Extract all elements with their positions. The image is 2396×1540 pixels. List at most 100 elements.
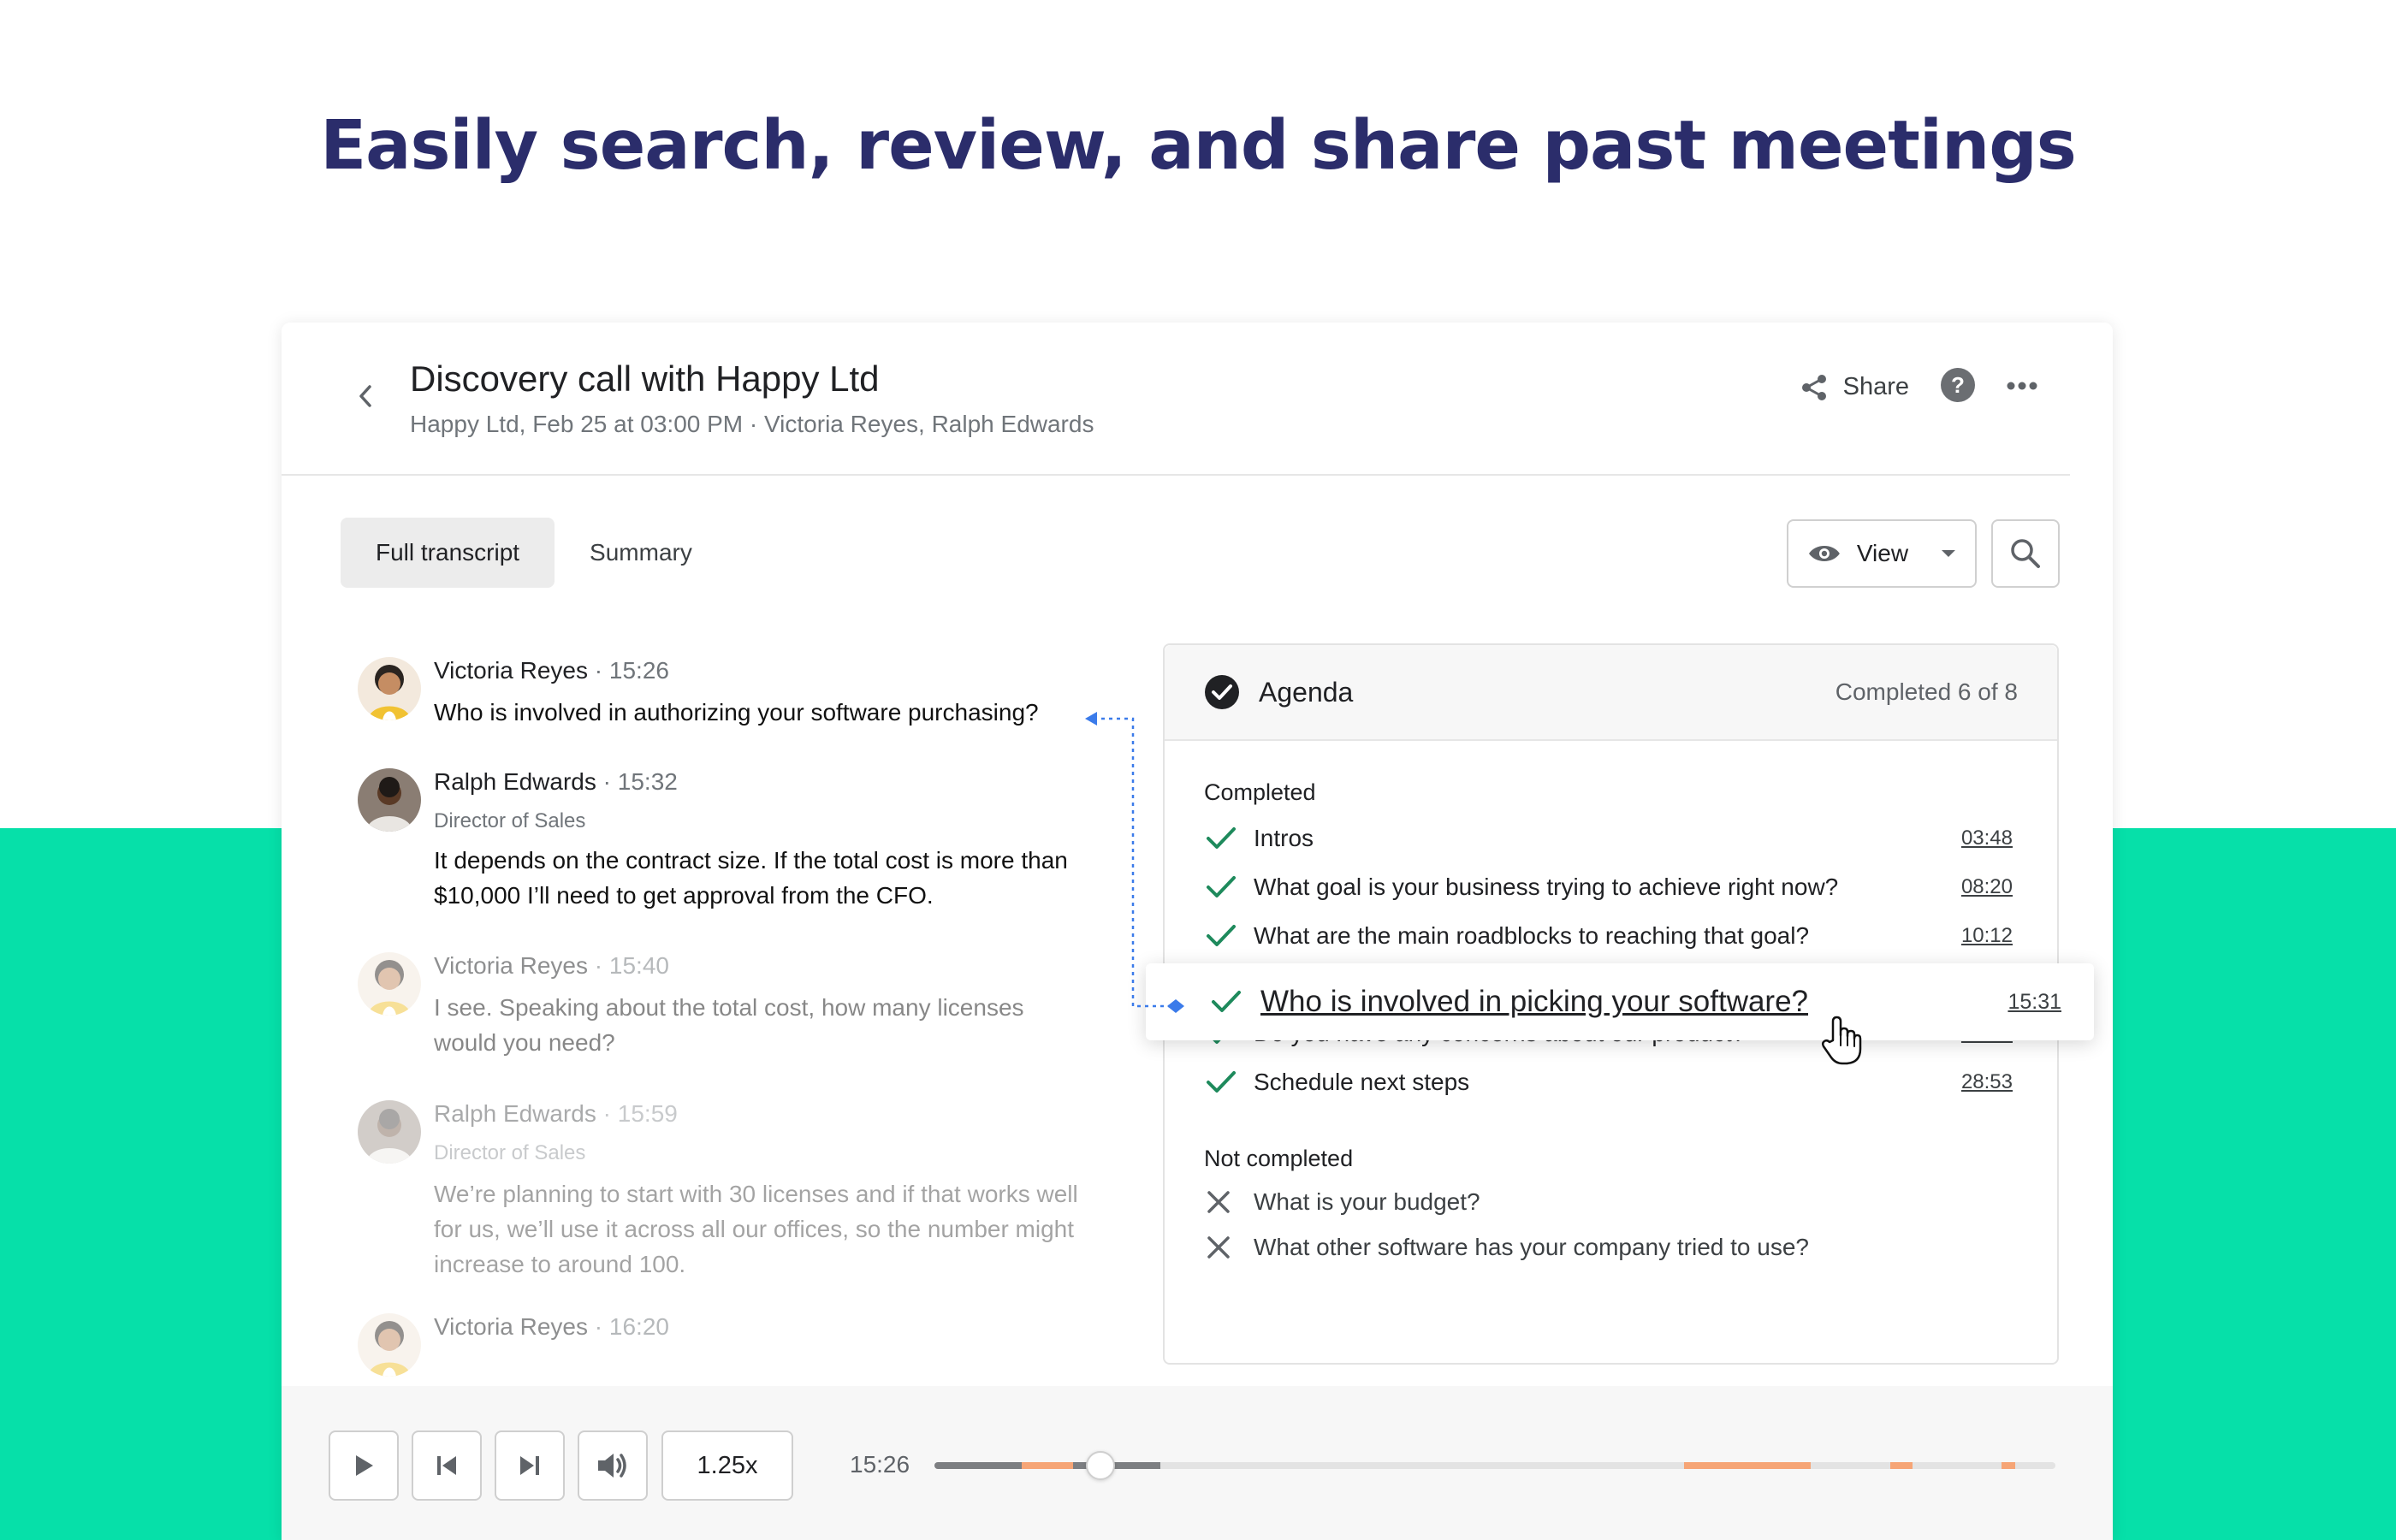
agenda-item[interactable]: What goal is your business trying to ach… bbox=[1206, 866, 2013, 909]
share-label: Share bbox=[1842, 373, 1909, 400]
agenda-item[interactable]: What is your budget? bbox=[1206, 1181, 2013, 1223]
meeting-title: Discovery call with Happy Ltd bbox=[410, 358, 880, 399]
volume-icon bbox=[598, 1454, 626, 1478]
view-tabs: Full transcript Summary bbox=[341, 518, 727, 588]
message-time: 16:20 bbox=[608, 1313, 669, 1340]
check-icon bbox=[1207, 925, 1236, 946]
avatar bbox=[358, 657, 421, 720]
speaker-marker bbox=[1684, 1462, 1811, 1469]
transcript-message: Victoria Reyes · 16:20 bbox=[358, 1313, 871, 1382]
search-icon bbox=[2011, 539, 2040, 568]
share-button[interactable]: Share bbox=[1799, 372, 1909, 403]
avatar-victoria-icon bbox=[358, 952, 421, 1016]
speaker-role: Director of Sales bbox=[434, 809, 586, 832]
agenda-item-timestamp[interactable]: 28:53 bbox=[1961, 1070, 2013, 1094]
agenda-item-label: Intros bbox=[1254, 825, 1314, 851]
agenda-title-label: Agenda bbox=[1259, 676, 1354, 708]
avatar-ralph-icon bbox=[358, 1100, 421, 1164]
header-actions: Share ? bbox=[1799, 367, 2037, 407]
agenda-item-label: What are the main roadblocks to reaching… bbox=[1254, 922, 1810, 949]
skip-forward-button[interactable] bbox=[495, 1430, 565, 1501]
transcript-message: Ralph Edwards · 15:59 Director of Sales … bbox=[358, 1100, 1078, 1288]
avatar bbox=[358, 952, 421, 1016]
transcript-message: Ralph Edwards · 15:32 Director of Sales … bbox=[358, 768, 1068, 922]
check-circle-icon bbox=[1205, 675, 1239, 709]
agenda-item-label: Schedule next steps bbox=[1254, 1069, 1470, 1095]
agenda-header: Agenda Completed 6 of 8 bbox=[1165, 645, 2057, 741]
speaker-line: Victoria Reyes · 16:20 bbox=[434, 1313, 669, 1340]
avatar bbox=[358, 1313, 421, 1377]
check-icon bbox=[1207, 827, 1236, 849]
eye-icon bbox=[1808, 546, 1840, 561]
avatar bbox=[358, 1100, 421, 1164]
message-text: It depends on the contract size. If the … bbox=[434, 847, 1068, 909]
skip-next-icon bbox=[520, 1456, 539, 1475]
agenda-item-label: Who is involved in picking your software… bbox=[1260, 985, 1809, 1018]
message-time: 15:32 bbox=[617, 768, 678, 795]
skip-previous-icon bbox=[437, 1456, 456, 1475]
tab-summary[interactable]: Summary bbox=[555, 518, 727, 588]
speaker-line: Ralph Edwards · 15:59 bbox=[434, 1100, 678, 1127]
speaker-name: Ralph Edwards bbox=[434, 1100, 596, 1127]
agenda-item-timestamp[interactable]: 03:48 bbox=[1961, 826, 2013, 850]
speaker-line: Victoria Reyes · 15:40 bbox=[434, 952, 669, 979]
back-button[interactable] bbox=[348, 379, 383, 413]
tab-full-transcript[interactable]: Full transcript bbox=[341, 518, 555, 588]
agenda-title: Agenda bbox=[1204, 674, 1353, 710]
progress-track[interactable] bbox=[934, 1451, 2055, 1480]
played-segment bbox=[934, 1462, 1022, 1469]
avatar bbox=[358, 768, 421, 832]
speaker-line: Victoria Reyes · 15:26 bbox=[434, 657, 669, 684]
current-time: 15:26 bbox=[850, 1451, 910, 1478]
agenda-item[interactable]: What are the main roadblocks to reaching… bbox=[1206, 915, 2013, 957]
avatar-ralph-icon bbox=[358, 768, 421, 832]
speaker-marker bbox=[2002, 1462, 2015, 1469]
speaker-marker bbox=[1890, 1462, 1913, 1469]
speaker-name: Victoria Reyes bbox=[434, 952, 589, 979]
meeting-subtitle: Happy Ltd, Feb 25 at 03:00 PM · Victoria… bbox=[410, 411, 1094, 437]
scrubber-handle[interactable] bbox=[1085, 1451, 1115, 1480]
check-icon bbox=[1207, 876, 1236, 897]
help-button[interactable]: ? bbox=[1940, 367, 1976, 407]
check-icon bbox=[1212, 991, 1241, 1012]
play-icon bbox=[356, 1455, 373, 1476]
more-horizontal-icon bbox=[2007, 382, 2037, 389]
chevron-left-icon bbox=[359, 385, 371, 407]
agenda-item-highlighted[interactable]: Who is involved in picking your software… bbox=[1146, 963, 2094, 1040]
speaker-name: Victoria Reyes bbox=[434, 1313, 589, 1340]
agenda-progress: Completed 6 of 8 bbox=[1835, 678, 2018, 705]
svg-text:?: ? bbox=[1951, 372, 1965, 398]
play-button[interactable] bbox=[329, 1430, 399, 1501]
speaker-marker bbox=[1022, 1462, 1073, 1469]
agenda-item-timestamp[interactable]: 15:31 bbox=[2008, 990, 2061, 1015]
search-button[interactable] bbox=[1991, 519, 2060, 588]
agenda-item-timestamp[interactable]: 08:20 bbox=[1961, 875, 2013, 899]
agenda-item[interactable]: What other software has your company tri… bbox=[1206, 1226, 2013, 1269]
hand-cursor-icon bbox=[1821, 1016, 1862, 1065]
view-dropdown[interactable]: View bbox=[1787, 519, 1977, 588]
transcript-message: Victoria Reyes · 15:26 Who is involved i… bbox=[358, 657, 1039, 751]
agenda-item[interactable]: Intros 03:48 bbox=[1206, 817, 2013, 860]
not-completed-heading: Not completed bbox=[1204, 1146, 1354, 1171]
meeting-card: Discovery call with Happy Ltd Happy Ltd,… bbox=[282, 323, 2113, 1540]
caret-down-icon bbox=[1942, 550, 1956, 557]
check-icon bbox=[1207, 1071, 1236, 1093]
header-divider bbox=[282, 474, 2070, 476]
transcript-message: Victoria Reyes · 15:40 I see. Speaking a… bbox=[358, 952, 1024, 1072]
message-time: 15:59 bbox=[617, 1100, 678, 1127]
completed-heading: Completed bbox=[1204, 779, 1316, 805]
media-player: 1.25x 15:26 bbox=[282, 1386, 2113, 1540]
avatar-victoria-icon bbox=[358, 1313, 421, 1377]
playback-speed-button[interactable]: 1.25x bbox=[661, 1430, 793, 1501]
agenda-item-timestamp[interactable]: 10:12 bbox=[1961, 924, 2013, 948]
agenda-item-label: What goal is your business trying to ach… bbox=[1254, 874, 1839, 900]
speaker-name: Victoria Reyes bbox=[434, 657, 589, 684]
agenda-item-label: What is your budget? bbox=[1254, 1188, 1480, 1215]
help-icon: ? bbox=[1941, 368, 1975, 402]
page-headline: Easily search, review, and share past me… bbox=[320, 106, 2077, 185]
close-icon bbox=[1207, 1191, 1230, 1213]
skip-back-button[interactable] bbox=[412, 1430, 482, 1501]
more-options-button[interactable] bbox=[2007, 380, 2037, 395]
agenda-item[interactable]: Schedule next steps 28:53 bbox=[1206, 1061, 2013, 1104]
volume-button[interactable] bbox=[578, 1430, 648, 1501]
